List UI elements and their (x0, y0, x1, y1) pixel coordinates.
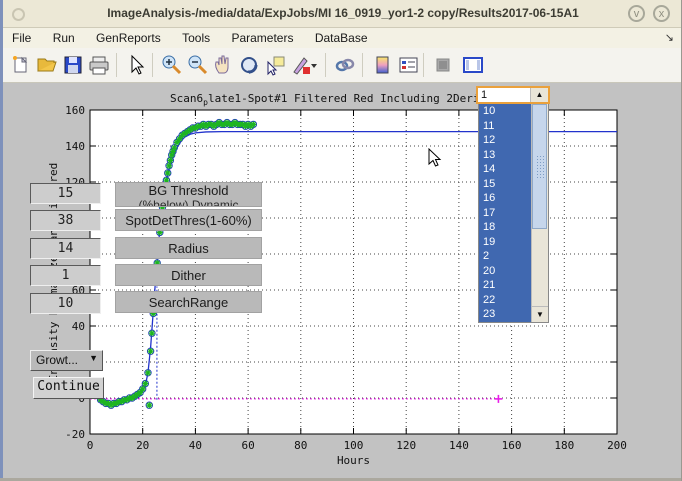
list-item[interactable]: 16 (479, 191, 531, 206)
plot-title: Scan6plate1-Spot#1 Filtered Red Includin… (170, 92, 519, 107)
list-item[interactable]: 11 (479, 119, 531, 134)
window-left-border (0, 0, 3, 481)
mouse-cursor (428, 148, 442, 168)
bg-threshold-field[interactable] (30, 183, 101, 204)
dither-label-button[interactable]: Dither (115, 264, 262, 286)
growth-mode-dropdown[interactable]: Growt...▼ (30, 350, 103, 371)
spotdetthres-field[interactable] (30, 210, 101, 231)
dither-field[interactable] (30, 265, 101, 286)
combo-items: 10111213141516171819220212223 (479, 104, 531, 322)
growth-plot: 020406080100120140160180200-200204060801… (0, 0, 682, 481)
scroll-up-icon[interactable]: ▲ (530, 88, 548, 102)
app-window: ImageAnalysis-/media/data/ExpJobs/MI 16_… (0, 0, 682, 481)
list-item[interactable]: 2 (479, 249, 531, 264)
list-scrollbar[interactable]: ▼ (531, 104, 548, 322)
svg-text:140: 140 (65, 140, 85, 153)
combo-value-input[interactable] (478, 88, 534, 102)
list-item[interactable]: 21 (479, 278, 531, 293)
list-item[interactable]: 22 (479, 293, 531, 308)
svg-text:0: 0 (87, 439, 94, 452)
continue-button[interactable]: Continue (33, 377, 104, 399)
svg-text:140: 140 (449, 439, 469, 452)
svg-text:60: 60 (241, 439, 254, 452)
spot-selector-combobox: ▲ 10111213141516171819220212223 ▼ (476, 86, 550, 323)
radius-label-button[interactable]: Radius (115, 237, 262, 259)
svg-text:160: 160 (65, 104, 85, 117)
list-item[interactable]: 17 (479, 206, 531, 221)
list-item[interactable]: 10 (479, 104, 531, 119)
list-item[interactable]: 13 (479, 148, 531, 163)
scroll-down-icon[interactable]: ▼ (532, 306, 548, 322)
svg-text:200: 200 (607, 439, 627, 452)
svg-text:100: 100 (344, 439, 364, 452)
list-item[interactable]: 19 (479, 235, 531, 250)
list-item[interactable]: 18 (479, 220, 531, 235)
combo-open-list: 10111213141516171819220212223 ▼ (478, 104, 549, 323)
scrollbar-thumb[interactable] (532, 104, 547, 229)
svg-text:160: 160 (502, 439, 522, 452)
list-item[interactable]: 23 (479, 307, 531, 322)
svg-text:40: 40 (72, 320, 85, 333)
svg-text:-20: -20 (65, 428, 85, 441)
list-item[interactable]: 12 (479, 133, 531, 148)
svg-text:40: 40 (189, 439, 202, 452)
svg-text:120: 120 (396, 439, 416, 452)
combo-header[interactable]: ▲ (476, 86, 550, 104)
searchrange-field[interactable] (30, 293, 101, 314)
searchrange-label-button[interactable]: SearchRange (115, 291, 262, 313)
list-item[interactable]: 14 (479, 162, 531, 177)
bg-threshold-label-button[interactable]: BG Threshold (%below) Dynamic (115, 182, 262, 207)
spotdetthres-label-button[interactable]: SpotDetThres(1-60%) (115, 209, 262, 231)
svg-text:20: 20 (136, 439, 149, 452)
chevron-down-icon: ▼ (89, 353, 98, 363)
radius-field[interactable] (30, 238, 101, 259)
list-item[interactable]: 20 (479, 264, 531, 279)
svg-text:80: 80 (294, 439, 307, 452)
svg-text:180: 180 (554, 439, 574, 452)
svg-text:Hours: Hours (337, 454, 370, 467)
list-item[interactable]: 15 (479, 177, 531, 192)
